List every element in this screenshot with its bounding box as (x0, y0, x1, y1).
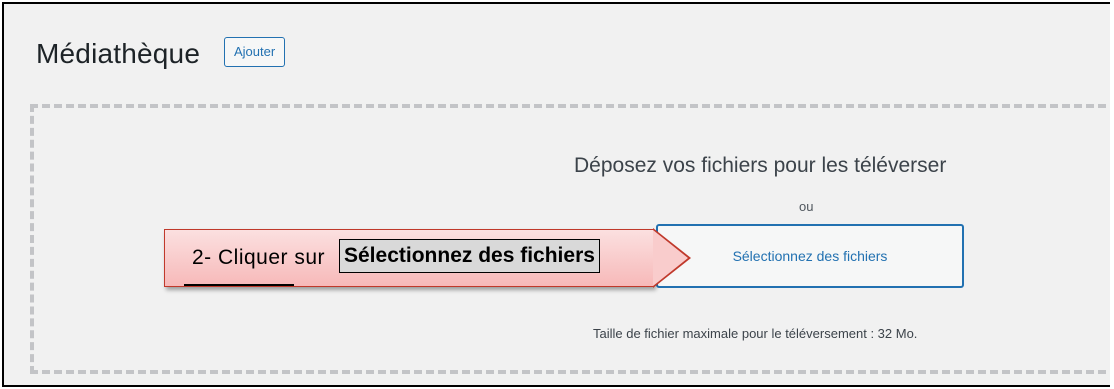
or-separator: ou (799, 199, 814, 214)
callout-instruction-text: 2- Cliquer sur (192, 246, 326, 269)
select-files-label: Sélectionnez des fichiers (732, 248, 888, 264)
drop-files-instructions: Déposez vos fichiers pour les téléverser (574, 154, 947, 177)
max-upload-size: Taille de fichier maximale pour le télév… (593, 326, 918, 341)
annotation-underline (184, 284, 294, 286)
callout-highlighted-label: Sélectionnez des fichiers (339, 239, 600, 273)
media-library-panel: Médiathèque Ajouter Déposez vos fichiers… (2, 2, 1110, 387)
callout-arrow-fill (653, 230, 688, 286)
page-title: Médiathèque (36, 38, 201, 69)
select-files-button[interactable]: Sélectionnez des fichiers (656, 224, 964, 288)
add-new-button[interactable]: Ajouter (224, 37, 286, 67)
